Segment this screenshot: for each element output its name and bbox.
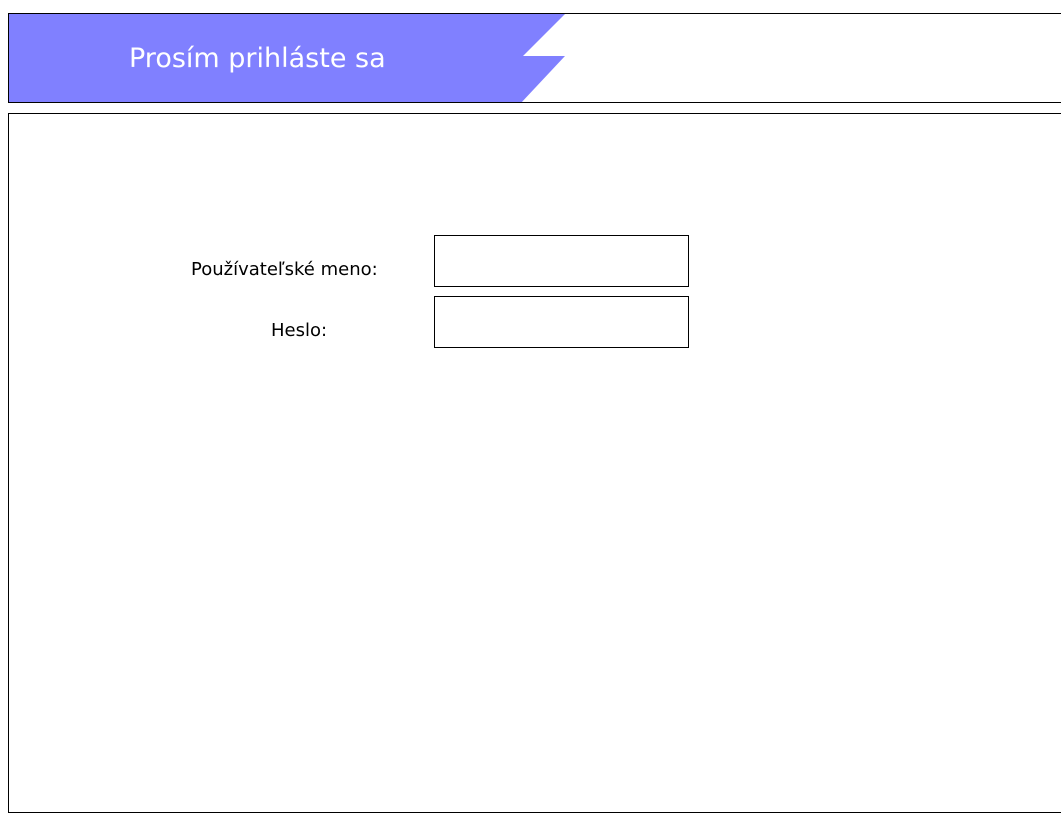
username-field[interactable] bbox=[434, 235, 689, 287]
login-content: Používateľské meno: Heslo: bbox=[8, 113, 1061, 813]
username-label: Používateľské meno: bbox=[191, 259, 378, 280]
login-header: Prosím prihláste sa bbox=[8, 13, 1061, 103]
password-label: Heslo: bbox=[271, 320, 328, 341]
password-field[interactable] bbox=[434, 296, 689, 348]
page-title: Prosím prihláste sa bbox=[129, 43, 386, 74]
login-form: Používateľské meno: Heslo: bbox=[9, 114, 1061, 812]
